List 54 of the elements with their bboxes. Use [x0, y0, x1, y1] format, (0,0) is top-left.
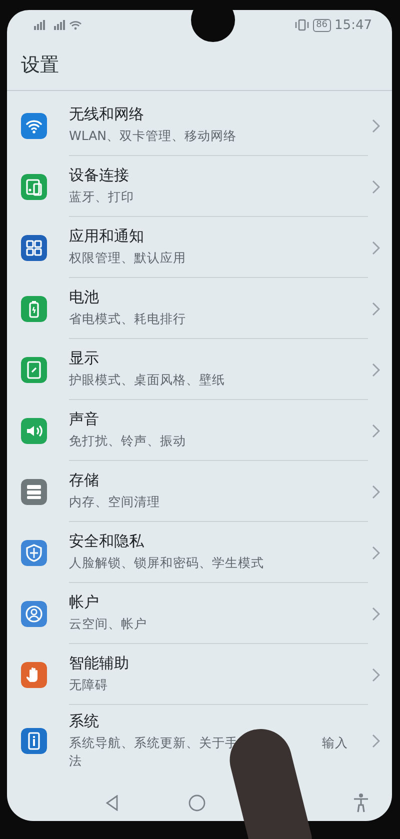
clock-time: 15:47 — [334, 18, 372, 32]
chevron-icon — [372, 668, 380, 682]
setting-title: 设备连接 — [69, 166, 130, 185]
setting-subtitle: 权限管理、默认应用 — [69, 250, 186, 265]
setting-title: 显示 — [69, 349, 100, 368]
accessibility-icon[interactable] — [353, 793, 369, 813]
setting-subtitle: 省电模式、耗电排行 — [69, 311, 186, 326]
home-icon[interactable] — [188, 794, 206, 812]
chevron-icon — [372, 734, 380, 748]
setting-subtitle: 蓝牙、打印 — [69, 189, 134, 204]
setting-subtitle: 输入 — [322, 735, 348, 750]
back-icon[interactable] — [105, 795, 119, 811]
chevron-icon — [372, 546, 380, 560]
setting-subtitle: 云空间、帐户 — [69, 616, 147, 631]
setting-title: 应用和通知 — [69, 227, 145, 246]
settings-row[interactable]: 安全和隐私 人脸解锁、锁屏和密码、学生模式 — [7, 522, 392, 583]
vibrate-icon — [295, 19, 310, 31]
wifi-icon — [69, 20, 82, 30]
chevron-icon — [372, 606, 380, 620]
setting-title: 帐户 — [69, 593, 100, 612]
settings-row[interactable]: 声音 免打扰、铃声、振动 — [7, 400, 392, 461]
setting-subtitle: 系统导航、系统更新、关于手 — [69, 735, 238, 750]
settings-row[interactable]: 显示 护眼模式、桌面风格、壁纸 — [7, 339, 392, 400]
settings-row[interactable]: 应用和通知 权限管理、默认应用 — [7, 217, 392, 278]
camera-notch — [191, 10, 235, 42]
setting-title: 系统 — [69, 712, 100, 731]
battery-level: 86 — [313, 18, 331, 32]
setting-subtitle: 内存、空间清理 — [69, 494, 160, 509]
setting-subtitle: WLAN、双卡管理、移动网络 — [69, 128, 237, 143]
settings-row[interactable]: 帐户 云空间、帐户 — [7, 583, 392, 644]
setting-subtitle: 法 — [69, 753, 82, 768]
setting-title: 无线和网络 — [69, 105, 145, 124]
chevron-icon — [372, 240, 380, 254]
settings-row[interactable]: 电池 省电模式、耗电排行 — [7, 278, 392, 339]
setting-title: 声音 — [69, 410, 100, 429]
setting-title: 安全和隐私 — [69, 532, 145, 551]
setting-subtitle: 免打扰、铃声、振动 — [69, 433, 186, 448]
setting-subtitle: 无障碍 — [69, 677, 108, 692]
chevron-icon — [372, 118, 380, 132]
chevron-icon — [372, 424, 380, 438]
settings-row[interactable]: 智能辅助 无障碍 — [7, 644, 392, 705]
setting-title: 电池 — [69, 288, 100, 307]
chevron-icon — [372, 484, 380, 498]
settings-row[interactable]: 存储 内存、空间清理 — [7, 461, 392, 522]
setting-title: 存储 — [69, 471, 100, 490]
setting-title: 智能辅助 — [69, 654, 130, 673]
setting-subtitle: 护眼模式、桌面风格、壁纸 — [69, 372, 225, 387]
setting-subtitle: 人脸解锁、锁屏和密码、学生模式 — [69, 555, 264, 570]
chevron-icon — [372, 180, 380, 194]
settings-row[interactable]: 设备连接 蓝牙、打印 — [7, 156, 392, 217]
settings-row[interactable]: 无线和网络 WLAN、双卡管理、移动网络 — [7, 95, 392, 156]
chevron-icon — [372, 362, 380, 376]
page-title: 设置 — [21, 53, 59, 78]
chevron-icon — [372, 302, 380, 316]
